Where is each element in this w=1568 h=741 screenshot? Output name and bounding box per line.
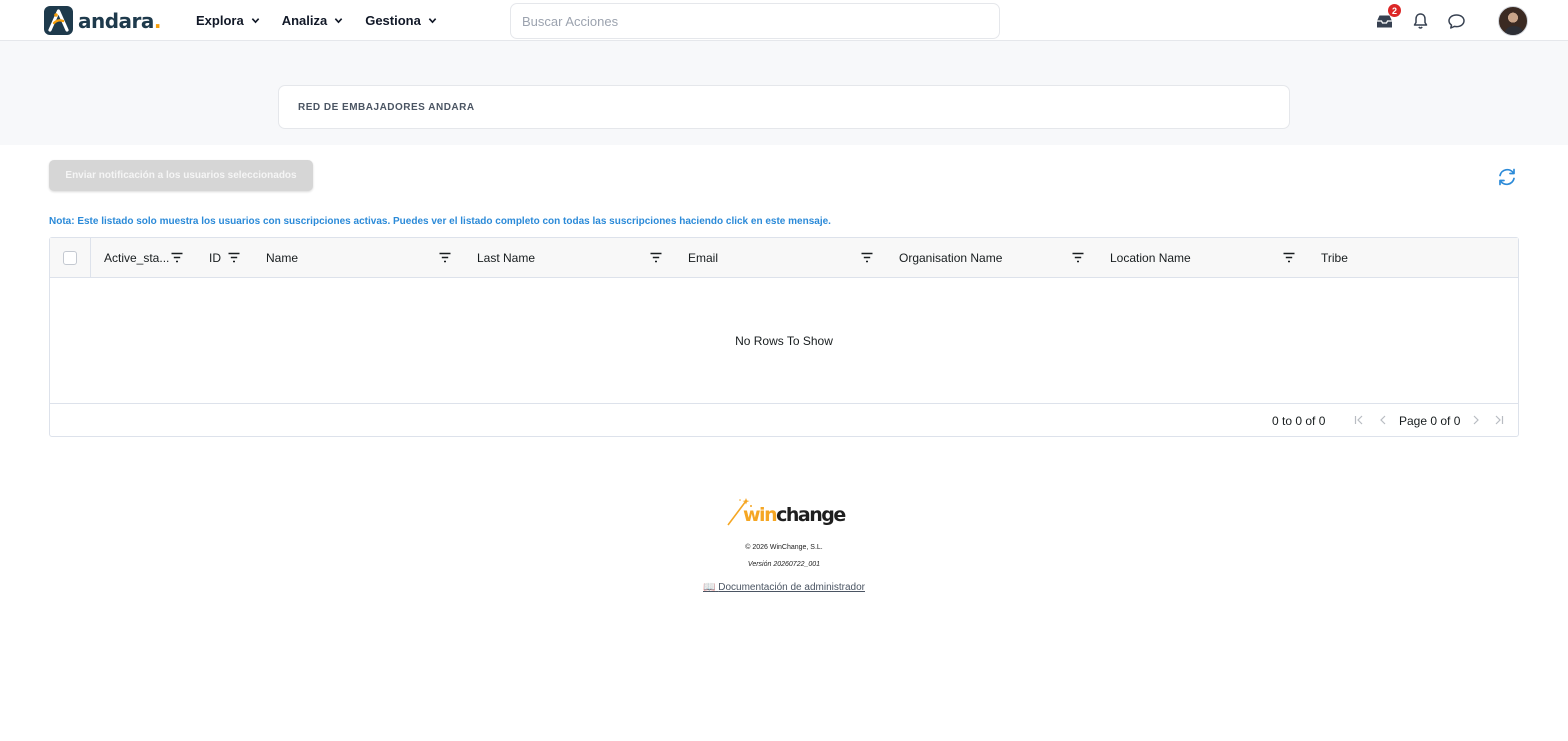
- last-page-icon[interactable]: [1494, 414, 1504, 426]
- column-label: Location Name: [1110, 251, 1191, 265]
- brand-name: andara.: [78, 8, 162, 33]
- chat-bubble-icon: [1447, 13, 1465, 29]
- admin-docs-label: Documentación de administrador: [718, 582, 865, 593]
- refresh-icon[interactable]: [1496, 166, 1518, 188]
- column-tribe[interactable]: Tribe: [1321, 238, 1348, 278]
- column-label: Last Name: [477, 251, 536, 265]
- search-input[interactable]: [510, 3, 1000, 39]
- column-last-name[interactable]: Last Name: [477, 238, 535, 278]
- user-avatar[interactable]: [1498, 6, 1528, 36]
- top-navbar: andara. Explora Analiza Gestiona 2: [0, 0, 1568, 41]
- filter-icon[interactable]: [228, 252, 240, 263]
- menu-explora-label: Explora: [196, 13, 244, 28]
- admin-docs-link[interactable]: 📖 Documentación de administrador: [703, 582, 865, 593]
- empty-message: No Rows To Show: [735, 334, 833, 348]
- main-menu: Explora Analiza Gestiona: [196, 0, 437, 41]
- filter-icon[interactable]: [439, 252, 451, 263]
- top-icons: 2: [1374, 4, 1466, 33]
- send-notification-button[interactable]: Enviar notificación a los usuarios selec…: [49, 160, 313, 191]
- andara-logo-icon: [44, 6, 73, 35]
- chevron-down-icon: [428, 18, 437, 24]
- chevron-down-icon: [251, 18, 259, 24]
- users-grid: Active_sta... ID Name Last Name Email Or…: [49, 237, 1519, 437]
- next-page-icon[interactable]: [1471, 414, 1481, 426]
- version-text: Versión 20260722_001: [747, 561, 821, 568]
- column-location-name[interactable]: Location Name: [1110, 238, 1191, 278]
- column-label: Organisation Name: [899, 251, 1003, 265]
- grid-pagination: 0 to 0 of 0 Page 0 of 0: [50, 403, 1518, 436]
- row-range-summary: 0 to 0 of 0: [1272, 414, 1326, 428]
- filter-icon[interactable]: [861, 252, 873, 263]
- andara-logo[interactable]: andara.: [44, 6, 162, 35]
- menu-gestiona-label: Gestiona: [365, 13, 421, 28]
- column-label: Tribe: [1321, 251, 1348, 265]
- docs-link-row: 📖 Documentación de administrador: [0, 582, 1568, 593]
- filter-icon[interactable]: [171, 252, 183, 263]
- column-email[interactable]: Email: [688, 238, 718, 278]
- column-id[interactable]: ID: [209, 238, 221, 278]
- notifications-button[interactable]: [1410, 11, 1430, 31]
- menu-analiza-label: Analiza: [281, 13, 328, 28]
- winchange-wordmark: winchange: [743, 504, 846, 526]
- messages-button[interactable]: [1446, 11, 1466, 31]
- previous-page-icon[interactable]: [1378, 414, 1388, 426]
- filter-icon[interactable]: [1072, 252, 1084, 263]
- subscriptions-note-link[interactable]: Nota: Este listado solo muestra los usua…: [49, 216, 831, 227]
- column-active-status[interactable]: Active_sta...: [104, 238, 169, 278]
- select-all-cell: [50, 238, 91, 278]
- page-header-band: RED DE EMBAJADORES ANDARA: [0, 41, 1568, 145]
- column-name[interactable]: Name: [266, 238, 298, 278]
- grid-empty-state: No Rows To Show: [50, 279, 1518, 403]
- column-label: Active_sta...: [104, 251, 170, 265]
- column-label: Name: [266, 251, 299, 265]
- menu-explora[interactable]: Explora: [196, 13, 260, 28]
- column-organisation-name[interactable]: Organisation Name: [899, 238, 1002, 278]
- copyright-text: © 2026 WinChange, S.L.: [745, 544, 823, 551]
- menu-gestiona[interactable]: Gestiona: [365, 13, 437, 28]
- page-indicator: Page 0 of 0: [1399, 414, 1461, 428]
- select-all-checkbox[interactable]: [63, 251, 77, 265]
- page-title: RED DE EMBAJADORES ANDARA: [298, 101, 475, 113]
- page-title-card: RED DE EMBAJADORES ANDARA: [278, 85, 1290, 129]
- book-icon: 📖: [703, 582, 716, 593]
- chevron-down-icon: [334, 18, 343, 24]
- menu-analiza[interactable]: Analiza: [282, 13, 344, 28]
- filter-icon[interactable]: [650, 252, 662, 263]
- first-page-icon[interactable]: [1354, 414, 1364, 426]
- inbox-button[interactable]: 2: [1374, 4, 1401, 31]
- column-label: Email: [688, 251, 719, 265]
- inbox-badge: 2: [1388, 4, 1401, 17]
- winchange-logo: winchange: [726, 497, 846, 531]
- grid-header: Active_sta... ID Name Last Name Email Or…: [50, 238, 1518, 278]
- column-label: ID: [209, 251, 221, 265]
- filter-icon[interactable]: [1283, 252, 1295, 263]
- bell-icon: [1413, 13, 1427, 29]
